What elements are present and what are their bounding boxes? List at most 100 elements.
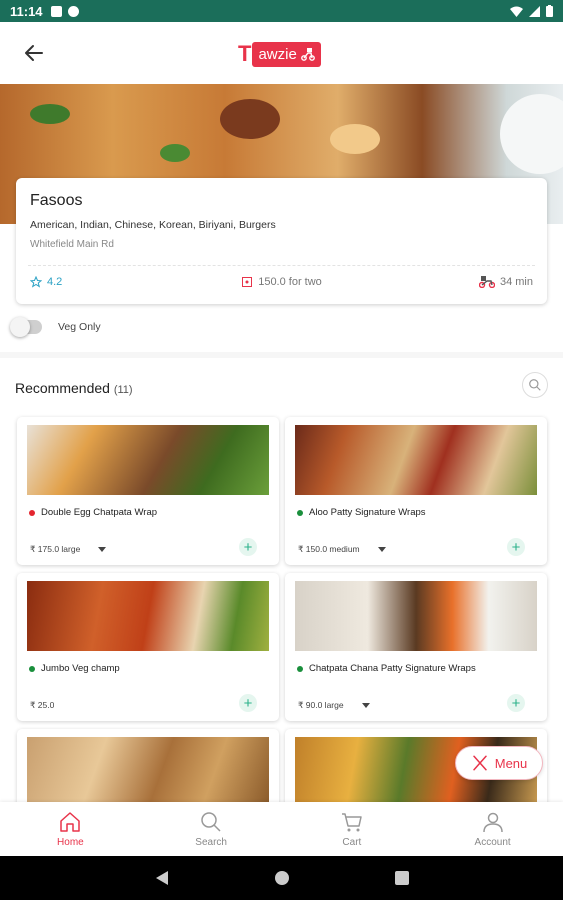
price-tag-icon xyxy=(242,277,253,287)
item-price[interactable]: ₹ 90.0 large xyxy=(298,700,370,711)
system-navigation-bar xyxy=(0,856,563,900)
nav-account[interactable]: Account xyxy=(422,802,563,856)
item-image xyxy=(27,737,269,807)
cost-value: 150.0 for two xyxy=(258,276,322,288)
logo-text: awzie xyxy=(258,45,297,63)
status-time: 11:14 xyxy=(10,3,43,19)
add-to-cart-button[interactable]: + xyxy=(239,538,257,556)
menu-item-card[interactable]: Double Egg Chatpata Wrap ₹ 175.0 large + xyxy=(17,417,279,565)
item-title: Aloo Patty Signature Wraps xyxy=(297,507,426,518)
menu-item-card[interactable]: Jumbo Veg champ ₹ 25.0 + xyxy=(17,573,279,721)
delivery-stat: 34 min xyxy=(373,276,533,288)
veg-only-toggle[interactable] xyxy=(10,317,42,337)
logo-box: awzie xyxy=(252,41,321,67)
sync-icon xyxy=(67,5,79,17)
signal-icon xyxy=(529,5,540,17)
nav-search[interactable]: Search xyxy=(141,802,282,856)
hero-garnish xyxy=(30,104,70,124)
item-image xyxy=(27,425,269,495)
nav-cart-label: Cart xyxy=(342,837,362,848)
item-image xyxy=(295,581,537,651)
item-price: ₹ 25.0 xyxy=(30,700,54,711)
item-title: Jumbo Veg champ xyxy=(29,663,120,674)
home-icon xyxy=(60,812,81,832)
cart-icon xyxy=(341,813,362,832)
nav-account-label: Account xyxy=(474,837,511,848)
nav-search-label: Search xyxy=(195,837,227,848)
menu-search-button[interactable] xyxy=(522,372,548,398)
item-name: Jumbo Veg champ xyxy=(41,663,120,674)
veg-only-label: Veg Only xyxy=(58,321,101,333)
nav-home-label: Home xyxy=(57,837,84,848)
item-name: Double Egg Chatpata Wrap xyxy=(41,507,158,518)
item-price-value: ₹ 150.0 medium xyxy=(298,544,360,554)
menu-item-card[interactable]: Aloo Patty Signature Wraps ₹ 150.0 mediu… xyxy=(285,417,547,565)
recommended-count: (11) xyxy=(113,384,133,396)
item-title: Double Egg Chatpata Wrap xyxy=(29,507,157,518)
rating-stat: 4.2 xyxy=(30,276,190,288)
info-divider xyxy=(28,265,535,266)
search-icon xyxy=(201,812,221,832)
system-home-icon[interactable] xyxy=(274,870,290,886)
battery-icon xyxy=(546,5,553,17)
rating-value: 4.2 xyxy=(47,276,63,288)
menu-fab-button[interactable]: Menu xyxy=(455,746,543,780)
non-veg-indicator-icon xyxy=(29,509,35,516)
add-to-cart-button[interactable]: + xyxy=(507,538,525,556)
cutlery-icon xyxy=(472,755,487,771)
restaurant-address: Whitefield Main Rd xyxy=(30,239,114,250)
app-logo: T awzie xyxy=(238,40,321,68)
account-icon xyxy=(482,812,503,833)
veg-indicator-icon xyxy=(297,665,303,672)
app-bar: T awzie xyxy=(0,22,563,84)
cost-stat: 150.0 for two xyxy=(202,276,362,288)
recommended-header: Recommended (11) xyxy=(15,380,133,396)
delivery-time-value: 34 min xyxy=(499,276,533,288)
item-price-value: ₹ 25.0 xyxy=(30,700,55,710)
chevron-down-icon xyxy=(361,703,370,708)
back-arrow-icon[interactable] xyxy=(22,41,46,65)
star-icon xyxy=(30,276,42,288)
item-title: Chatpata Chana Patty Signature Wraps xyxy=(297,663,476,674)
add-to-cart-button[interactable]: + xyxy=(239,694,257,712)
hero-bowl xyxy=(500,94,563,174)
hero-meat xyxy=(220,99,280,139)
chevron-down-icon xyxy=(377,547,386,552)
delivery-scooter-icon xyxy=(478,276,495,288)
recommended-title: Recommended xyxy=(15,380,110,396)
chevron-down-icon xyxy=(98,547,107,552)
toggle-knob xyxy=(10,317,30,337)
restaurant-cuisines: American, Indian, Chinese, Korean, Biriy… xyxy=(30,219,276,231)
item-image xyxy=(27,581,269,651)
nav-cart[interactable]: Cart xyxy=(282,802,423,856)
item-price-value: ₹ 90.0 large xyxy=(298,700,344,710)
section-separator xyxy=(0,352,563,358)
bottom-navigation: Home Search Cart Account xyxy=(0,802,563,856)
wifi-icon xyxy=(510,6,523,17)
status-bar: 11:14 xyxy=(0,0,563,22)
logo-letter: T xyxy=(238,41,252,66)
hero-rice xyxy=(330,124,380,154)
item-price-value: ₹ 175.0 large xyxy=(30,544,81,554)
item-price[interactable]: ₹ 175.0 large xyxy=(30,544,107,555)
item-name: Chatpata Chana Patty Signature Wraps xyxy=(309,663,476,674)
menu-item-card[interactable]: Chatpata Chana Patty Signature Wraps ₹ 9… xyxy=(285,573,547,721)
hero-garnish xyxy=(160,144,190,162)
restaurant-stats: 4.2 150.0 for two 34 min xyxy=(30,276,533,288)
veg-indicator-icon xyxy=(297,509,303,516)
veg-only-filter: Veg Only xyxy=(10,317,101,337)
search-icon xyxy=(529,379,541,391)
system-back-icon[interactable] xyxy=(155,870,169,886)
item-price[interactable]: ₹ 150.0 medium xyxy=(298,544,386,555)
sd-card-icon xyxy=(50,5,62,17)
menu-fab-label: Menu xyxy=(494,755,528,771)
restaurant-info-card: Fasoos American, Indian, Chinese, Korean… xyxy=(16,178,547,304)
item-image xyxy=(295,425,537,495)
add-to-cart-button[interactable]: + xyxy=(507,694,525,712)
veg-indicator-icon xyxy=(29,665,35,672)
restaurant-name: Fasoos xyxy=(30,192,83,209)
system-recents-icon[interactable] xyxy=(394,871,409,885)
scooter-icon xyxy=(300,48,315,61)
item-name: Aloo Patty Signature Wraps xyxy=(309,507,426,518)
nav-home[interactable]: Home xyxy=(0,802,141,856)
